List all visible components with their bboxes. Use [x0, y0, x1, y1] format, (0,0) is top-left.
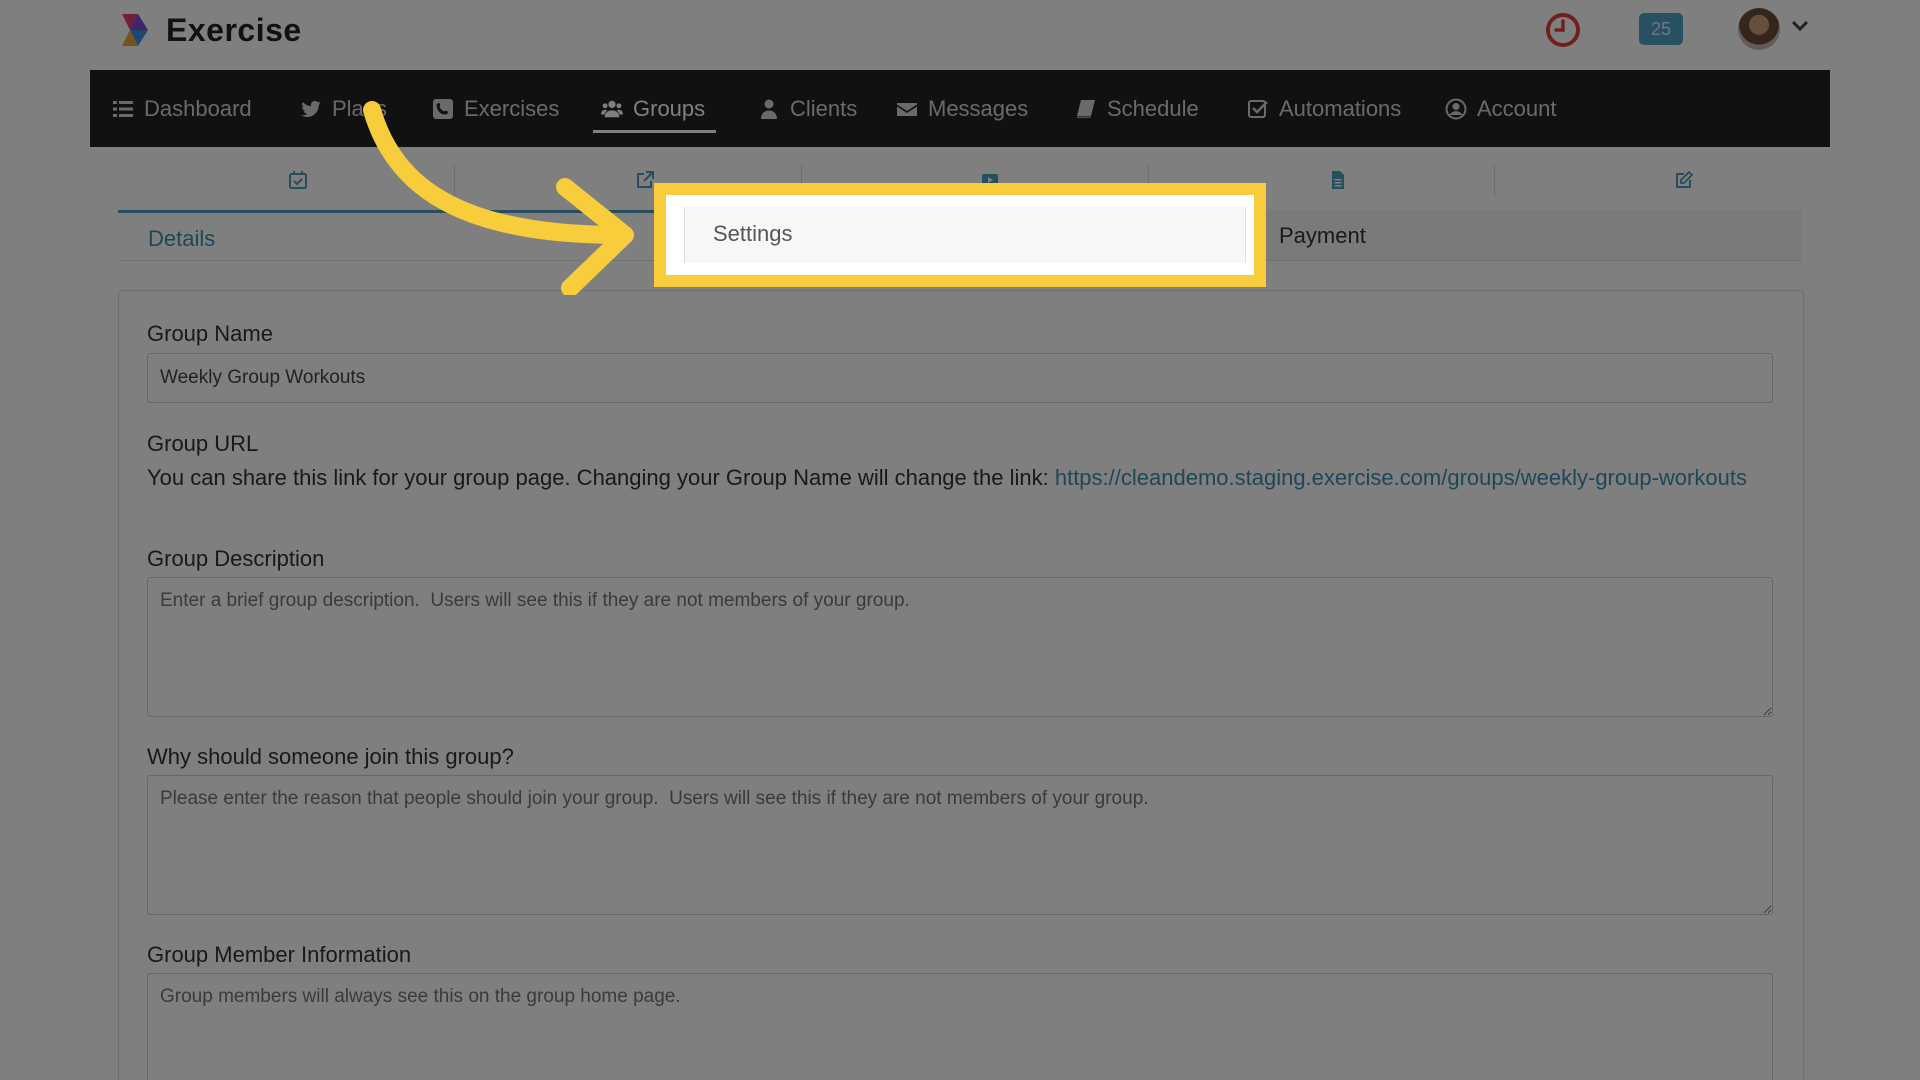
user-circle-icon: [1445, 98, 1467, 119]
nav-groups-label: Groups: [633, 95, 706, 121]
why-join-textarea[interactable]: [147, 775, 1773, 915]
tab-details[interactable]: Details: [118, 210, 678, 260]
external-link-icon[interactable]: [635, 170, 655, 190]
book-icon: [1077, 99, 1095, 118]
nav-schedule-label: Schedule: [1107, 95, 1199, 121]
nav-account-label: Account: [1477, 95, 1557, 121]
group-url-link[interactable]: https://cleandemo.staging.exercise.com/g…: [1055, 465, 1747, 490]
settings-tab-highlighted[interactable]: Settings: [684, 207, 1246, 263]
brand-name: Exercise: [166, 11, 302, 48]
group-details-form: Group Name Group URL You can share this …: [118, 290, 1804, 1080]
nav-automations[interactable]: Automations: [1247, 70, 1401, 147]
group-name-label: Group Name: [147, 321, 273, 346]
phone-square-icon: [433, 98, 453, 119]
app-window: Exercise 25 Dashboard Plans Exercises Gr…: [90, 0, 1830, 1080]
avatar[interactable]: [1738, 8, 1780, 50]
nav-plans[interactable]: Plans: [300, 70, 387, 147]
check-square-icon: [1248, 99, 1268, 118]
edit-icon[interactable]: [1674, 170, 1694, 190]
file-icon[interactable]: [1328, 170, 1348, 190]
twitter-icon: [301, 100, 321, 117]
brand-logo-icon: [122, 14, 148, 46]
nav-messages-label: Messages: [928, 95, 1029, 121]
chevron-down-icon[interactable]: [1790, 16, 1810, 36]
nav-clients-label: Clients: [790, 95, 858, 121]
nav-active-indicator: [593, 130, 716, 133]
nav-exercises-label: Exercises: [464, 95, 560, 121]
top-bar: Exercise 25: [90, 0, 1830, 70]
group-url-help: You can share this link for your group p…: [147, 465, 1049, 490]
nav-dashboard-label: Dashboard: [144, 95, 252, 121]
nav-messages[interactable]: Messages: [896, 70, 1028, 147]
group-url-label: Group URL: [147, 431, 259, 456]
settings-tab-highlighted-label: Settings: [713, 221, 793, 246]
user-icon: [761, 99, 777, 119]
nav-plans-label: Plans: [332, 95, 388, 121]
group-name-input[interactable]: [147, 353, 1773, 403]
nav-schedule[interactable]: Schedule: [1075, 70, 1199, 147]
calendar-check-icon[interactable]: [288, 170, 308, 190]
tab-separator: [454, 165, 455, 197]
group-description-textarea[interactable]: [147, 577, 1773, 717]
nav-groups[interactable]: Groups: [601, 70, 705, 147]
nav-exercises[interactable]: Exercises: [432, 70, 559, 147]
group-url-description: You can share this link for your group p…: [147, 461, 1777, 495]
notification-badge[interactable]: 25: [1639, 13, 1683, 45]
users-icon: [601, 100, 623, 117]
group-description-label: Group Description: [147, 546, 325, 571]
tab-payment[interactable]: Payment: [1263, 210, 1802, 260]
settings-tab-highlight[interactable]: Settings: [654, 183, 1266, 287]
brand[interactable]: Exercise: [116, 10, 302, 50]
tab-payment-label: Payment: [1279, 223, 1366, 248]
nav-automations-label: Automations: [1279, 95, 1402, 121]
tab-separator: [1494, 165, 1495, 197]
nav-dashboard[interactable]: Dashboard: [112, 70, 252, 147]
member-info-label: Group Member Information: [147, 942, 412, 967]
main-navbar: Dashboard Plans Exercises Groups Clients…: [90, 70, 1830, 147]
envelope-icon: [897, 102, 917, 116]
tab-details-label: Details: [148, 226, 216, 251]
why-join-label: Why should someone join this group?: [147, 744, 514, 769]
nav-account[interactable]: Account: [1445, 70, 1557, 147]
clock-icon[interactable]: [1544, 11, 1582, 49]
member-info-textarea[interactable]: [147, 973, 1773, 1080]
nav-clients[interactable]: Clients: [758, 70, 857, 147]
list-icon: [113, 100, 133, 117]
